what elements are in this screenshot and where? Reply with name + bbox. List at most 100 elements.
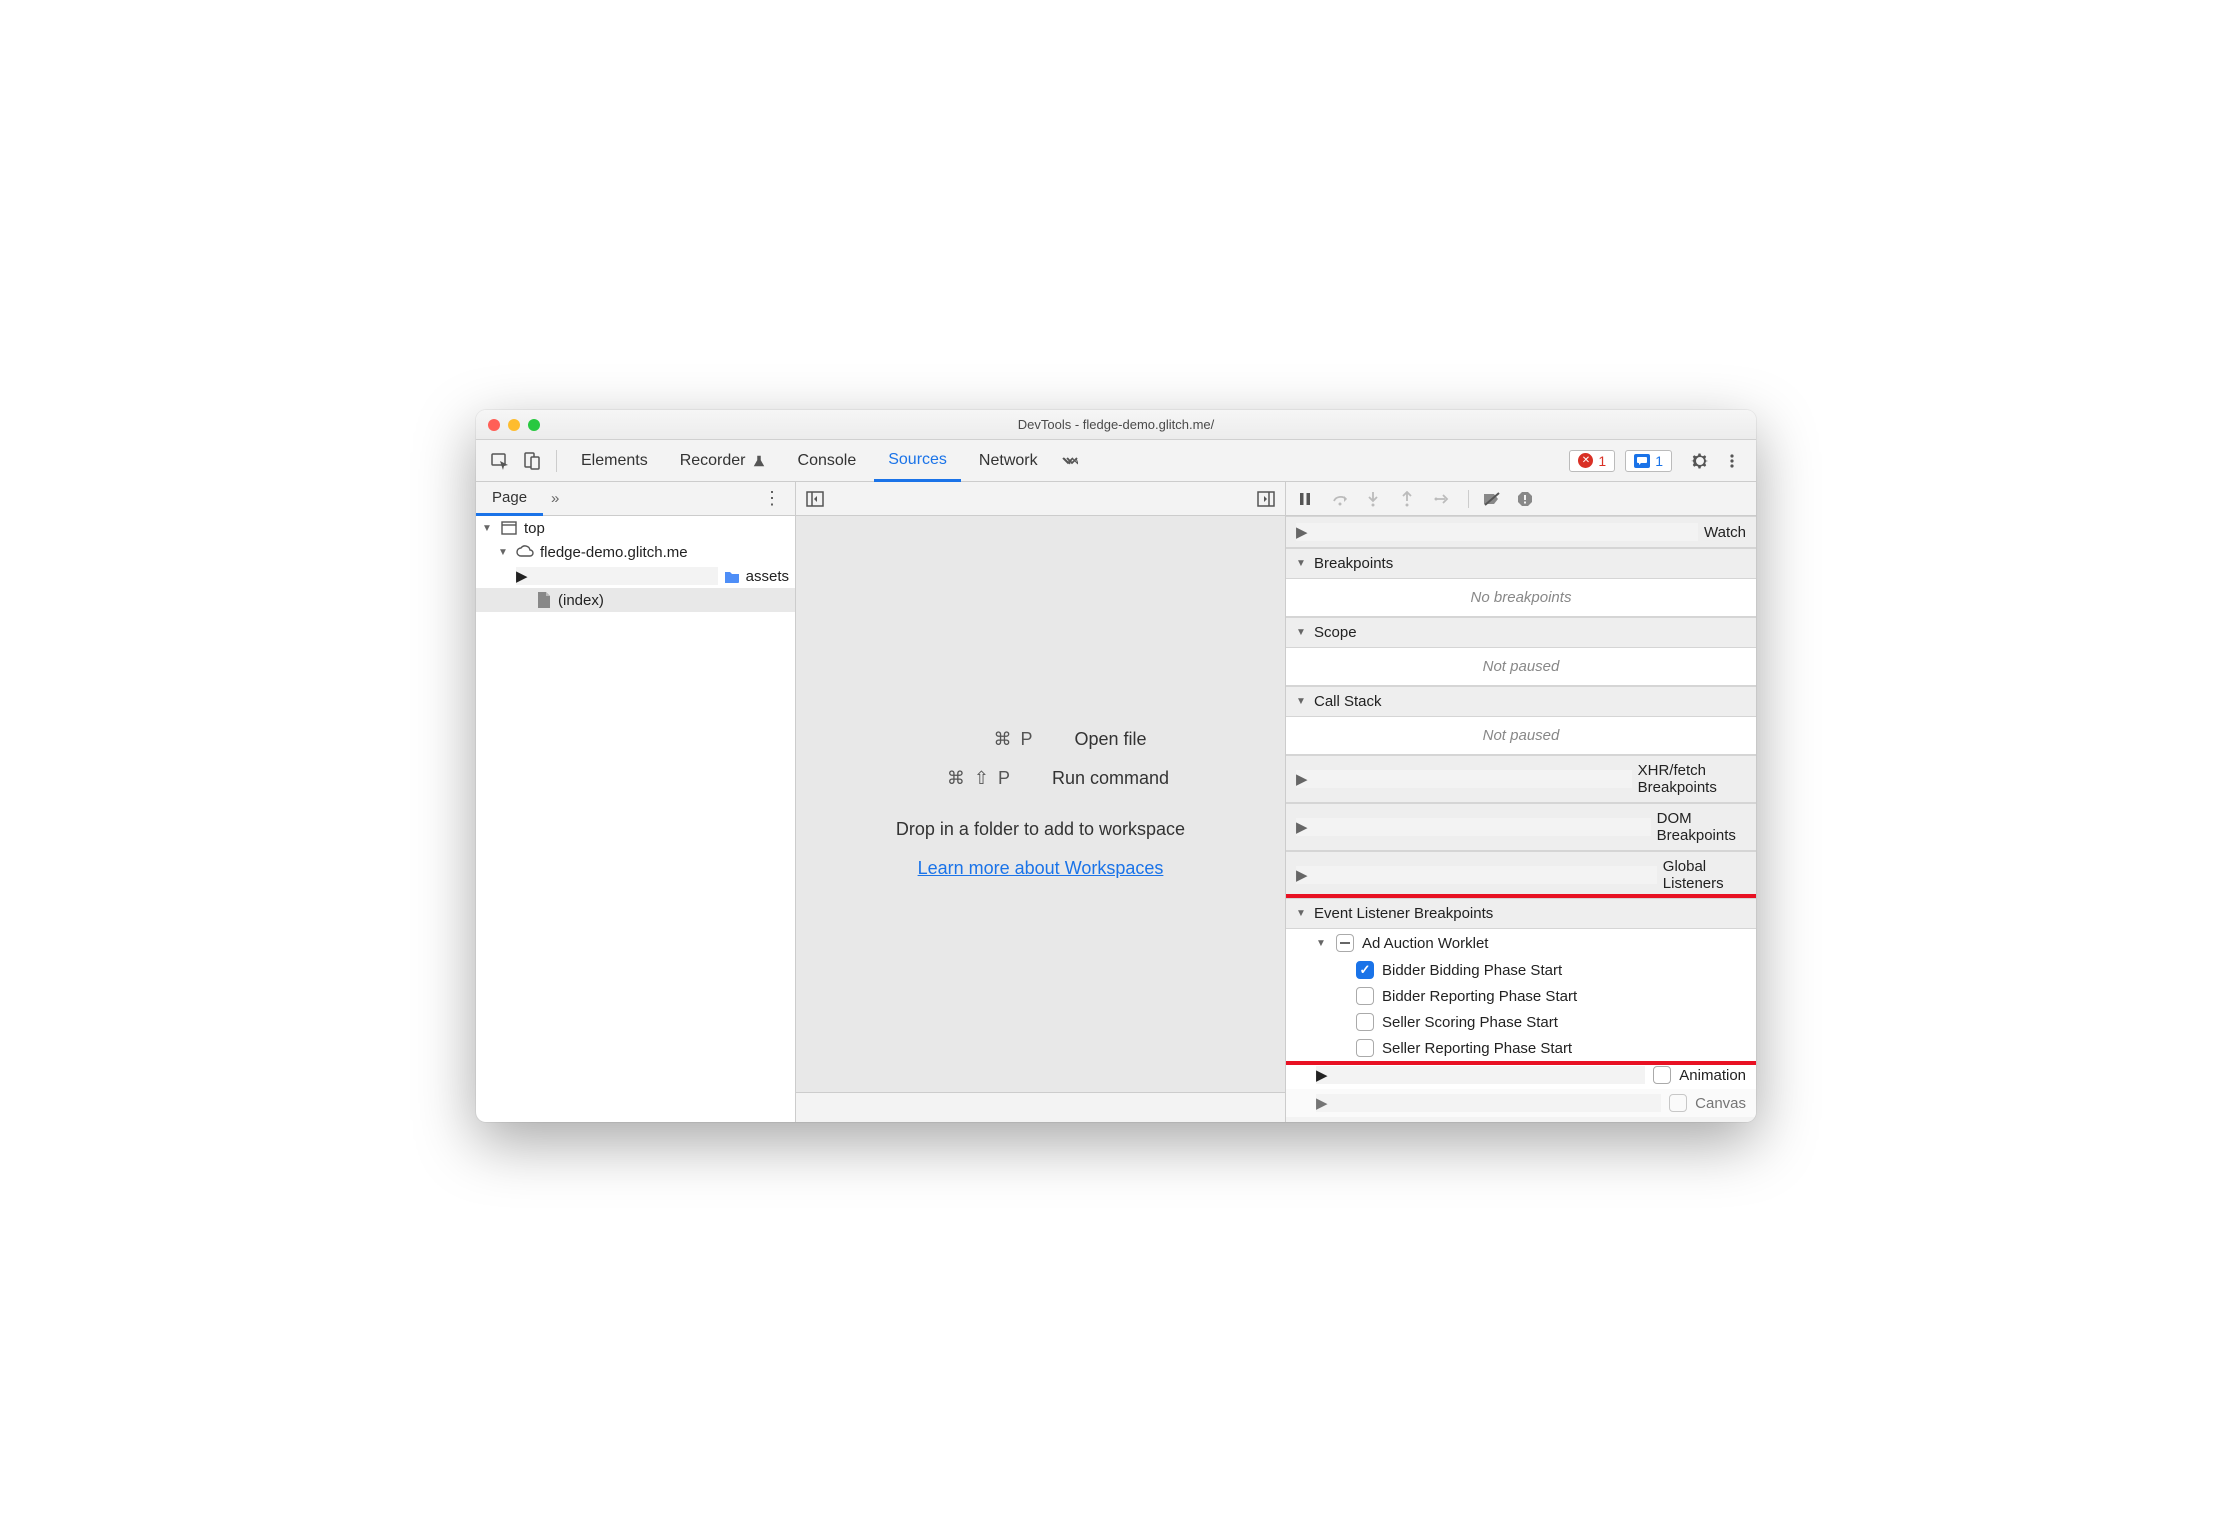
navigator-tabs: Page » ⋮ <box>476 482 795 516</box>
expand-icon <box>1296 908 1308 919</box>
expand-icon <box>1296 818 1651 836</box>
checkbox[interactable] <box>1653 1066 1671 1084</box>
category-canvas[interactable]: Canvas <box>1286 1089 1756 1117</box>
event-label: Bidder Reporting Phase Start <box>1382 988 1577 1005</box>
step-into-icon[interactable] <box>1366 491 1386 507</box>
tab-label: Sources <box>888 451 947 469</box>
expand-icon <box>1296 866 1657 884</box>
subtab-label: Page <box>492 489 527 506</box>
tree-label: assets <box>746 568 789 585</box>
category-label: Canvas <box>1695 1095 1746 1112</box>
kebab-menu-icon[interactable] <box>1718 447 1746 475</box>
message-count: 1 <box>1655 453 1663 469</box>
tab-network[interactable]: Network <box>965 440 1052 482</box>
checkbox[interactable] <box>1669 1094 1687 1112</box>
section-watch[interactable]: Watch <box>1286 516 1756 548</box>
folder-icon <box>724 567 740 585</box>
no-breakpoints-text: No breakpoints <box>1286 579 1756 617</box>
shortcut-label: Run command <box>1052 768 1169 789</box>
devtools-window: DevTools - fledge-demo.glitch.me/ Elemen… <box>476 410 1756 1122</box>
minimize-window-button[interactable] <box>508 419 520 431</box>
category-label: Animation <box>1679 1067 1746 1084</box>
section-label: Breakpoints <box>1314 555 1393 572</box>
section-global-listeners[interactable]: Global Listeners <box>1286 851 1756 898</box>
event-label: Seller Reporting Phase Start <box>1382 1040 1572 1057</box>
file-icon <box>534 591 552 609</box>
tab-recorder[interactable]: Recorder <box>666 440 780 482</box>
message-badge[interactable]: 1 <box>1625 450 1672 472</box>
pause-exceptions-icon[interactable] <box>1517 491 1537 507</box>
inspect-icon[interactable] <box>486 447 514 475</box>
tab-label: Network <box>979 452 1038 470</box>
message-icon <box>1634 454 1650 468</box>
tab-console[interactable]: Console <box>784 440 871 482</box>
deactivate-breakpoints-icon[interactable] <box>1483 492 1503 506</box>
category-ad-auction-worklet[interactable]: Ad Auction Worklet <box>1286 929 1756 957</box>
tree-label: top <box>524 520 545 537</box>
checkbox-indeterminate[interactable] <box>1336 934 1354 952</box>
editor-toolbar <box>796 482 1285 516</box>
event-bidder-bidding[interactable]: Bidder Bidding Phase Start <box>1286 957 1756 983</box>
checkbox[interactable] <box>1356 961 1374 979</box>
tree-label: fledge-demo.glitch.me <box>540 544 688 561</box>
navigator-menu-icon[interactable]: ⋮ <box>749 488 795 509</box>
show-navigator-icon[interactable] <box>806 491 824 507</box>
pause-icon[interactable] <box>1298 492 1318 506</box>
checkbox[interactable] <box>1356 987 1374 1005</box>
step-icon[interactable] <box>1434 492 1454 506</box>
section-scope[interactable]: Scope <box>1286 617 1756 648</box>
tab-elements[interactable]: Elements <box>567 440 662 482</box>
expand-icon <box>516 567 718 585</box>
tree-file-index[interactable]: (index) <box>476 588 795 612</box>
more-tabs-chevron-icon[interactable] <box>1056 447 1084 475</box>
expand-icon <box>1316 938 1328 949</box>
section-label: Call Stack <box>1314 693 1382 710</box>
section-breakpoints[interactable]: Breakpoints <box>1286 548 1756 579</box>
section-call-stack[interactable]: Call Stack <box>1286 686 1756 717</box>
expand-icon <box>1296 627 1308 638</box>
window-title: DevTools - fledge-demo.glitch.me/ <box>476 417 1756 432</box>
workspaces-link[interactable]: Learn more about Workspaces <box>918 858 1164 879</box>
expand-icon <box>1316 1094 1661 1112</box>
category-animation[interactable]: Animation <box>1286 1061 1756 1089</box>
section-event-listener-breakpoints[interactable]: Event Listener Breakpoints <box>1286 898 1756 929</box>
event-seller-scoring[interactable]: Seller Scoring Phase Start <box>1286 1009 1756 1035</box>
event-bidder-reporting[interactable]: Bidder Reporting Phase Start <box>1286 983 1756 1009</box>
close-window-button[interactable] <box>488 419 500 431</box>
error-badge[interactable]: ✕1 <box>1569 450 1615 472</box>
not-paused-text: Not paused <box>1286 717 1756 755</box>
subtab-page[interactable]: Page <box>476 482 543 516</box>
device-toggle-icon[interactable] <box>518 447 546 475</box>
show-debugger-icon[interactable] <box>1257 491 1275 507</box>
expand-icon <box>1296 523 1698 541</box>
tab-sources[interactable]: Sources <box>874 440 961 482</box>
step-out-icon[interactable] <box>1400 491 1420 507</box>
section-xhr-breakpoints[interactable]: XHR/fetch Breakpoints <box>1286 755 1756 803</box>
step-over-icon[interactable] <box>1332 492 1352 506</box>
tree-label: (index) <box>558 592 604 609</box>
section-dom-breakpoints[interactable]: DOM Breakpoints <box>1286 803 1756 851</box>
expand-icon <box>1296 696 1308 707</box>
maximize-window-button[interactable] <box>528 419 540 431</box>
settings-gear-icon[interactable] <box>1686 447 1714 475</box>
error-count: 1 <box>1598 453 1606 469</box>
error-icon: ✕ <box>1578 453 1593 468</box>
checkbox[interactable] <box>1356 1039 1374 1057</box>
event-label: Bidder Bidding Phase Start <box>1382 962 1562 979</box>
tree-origin[interactable]: fledge-demo.glitch.me <box>476 540 795 564</box>
tab-label: Recorder <box>680 452 746 470</box>
expand-icon <box>1296 558 1308 569</box>
cloud-icon <box>516 543 534 561</box>
tree-folder-assets[interactable]: assets <box>476 564 795 588</box>
titlebar: DevTools - fledge-demo.glitch.me/ <box>476 410 1756 440</box>
tree-top-frame[interactable]: top <box>476 516 795 540</box>
event-seller-reporting[interactable]: Seller Reporting Phase Start <box>1286 1035 1756 1061</box>
tab-label: Console <box>798 452 857 470</box>
section-label: DOM Breakpoints <box>1657 810 1746 844</box>
section-label: XHR/fetch Breakpoints <box>1638 762 1746 796</box>
drop-hint: Drop in a folder to add to workspace <box>896 819 1185 840</box>
expand-icon <box>1316 1066 1645 1084</box>
tab-label: Elements <box>581 452 648 470</box>
more-subtabs-chevron-icon[interactable]: » <box>543 490 567 507</box>
checkbox[interactable] <box>1356 1013 1374 1031</box>
